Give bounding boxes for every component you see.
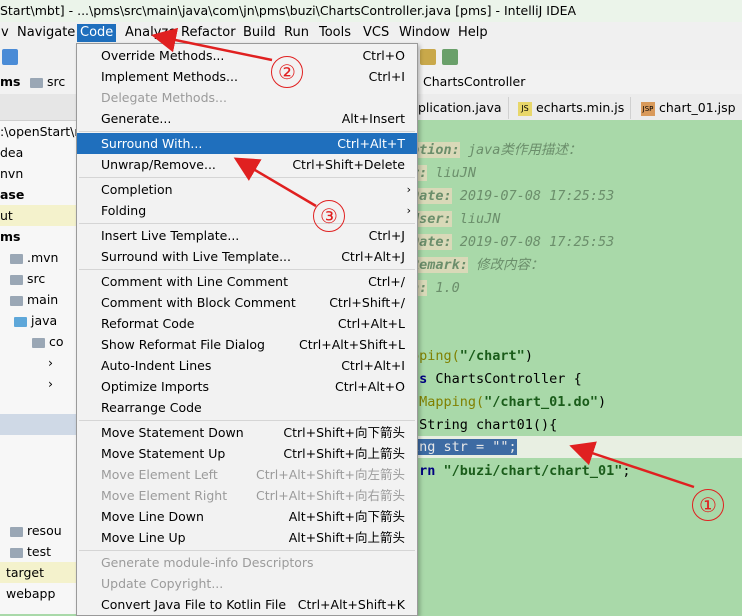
menu-code[interactable]: Code	[77, 24, 117, 42]
menu-item-unwrap-remove[interactable]: Unwrap/Remove... Ctrl+Shift+Delete	[77, 154, 417, 175]
menu-item-auto-indent[interactable]: Auto-Indent Lines Ctrl+Alt+I	[77, 355, 417, 376]
menu-item-module-info: Generate module-info Descriptors	[101, 555, 314, 570]
menu-tools[interactable]: Tools	[316, 24, 354, 42]
breadcrumb-src[interactable]: src	[30, 74, 65, 89]
tree-item-webapp[interactable]: webapp	[0, 583, 78, 604]
menu-item-move-statement-down[interactable]: Move Statement Down Ctrl+Shift+向下箭头	[77, 422, 417, 443]
window-title: Start\mbt] - ...\pms\src\main\java\com\j…	[0, 3, 577, 18]
menu-build[interactable]: Build	[240, 24, 279, 42]
back-icon[interactable]	[2, 49, 18, 65]
menu-item-reformat-code[interactable]: Reformat Code Ctrl+Alt+L	[77, 313, 417, 334]
menu-separator	[79, 223, 415, 224]
tab-echarts[interactable]: JS echarts.min.js	[512, 97, 632, 119]
project-panel-header	[0, 94, 78, 121]
menu-item-block-comment[interactable]: Comment with Block Comment Ctrl+Shift+/	[77, 292, 417, 313]
menu-vcs[interactable]: VCS	[360, 24, 392, 42]
folder-icon	[10, 547, 23, 558]
menu-run[interactable]: Run	[281, 24, 312, 42]
tree-item-collapsed-1[interactable]: ›	[0, 352, 78, 373]
menu-window[interactable]: Window	[396, 24, 453, 42]
menu-item-move-element-left: Move Element Left Ctrl+Alt+Shift+向左箭头	[101, 467, 405, 482]
tree-item-main[interactable]: main	[0, 289, 78, 310]
menu-separator	[79, 177, 415, 178]
menu-item-generate[interactable]: Generate... Alt+Insert	[77, 108, 417, 129]
tree-item-out[interactable]: ut	[0, 205, 78, 226]
window-titlebar: Start\mbt] - ...\pms\src\main\java\com\j…	[0, 0, 742, 23]
tab-application[interactable]: plication.java	[412, 97, 509, 119]
menu-item-insert-live-template[interactable]: Insert Live Template... Ctrl+J	[77, 225, 417, 246]
structure-icon[interactable]	[442, 49, 458, 65]
menu-item-move-line-down[interactable]: Move Line Down Alt+Shift+向下箭头	[77, 506, 417, 527]
menu-separator	[79, 131, 415, 132]
menu-item-optimize-imports[interactable]: Optimize Imports Ctrl+Alt+O	[77, 376, 417, 397]
menu-item-update-copyright: Update Copyright...	[101, 576, 224, 591]
menu-separator	[79, 269, 415, 270]
tree-item-idea[interactable]: dea	[0, 142, 78, 163]
code-menu-dropdown: Override Methods... Ctrl+O Implement Meth…	[76, 43, 418, 616]
project-panel: :\openStart\r dea nvn ase ut ms .mvn src…	[0, 94, 79, 614]
menu-item-move-statement-up[interactable]: Move Statement Up Ctrl+Shift+向上箭头	[77, 443, 417, 464]
menu-separator	[79, 420, 415, 421]
folder-icon	[10, 526, 23, 537]
breadcrumb-project[interactable]: ms	[0, 74, 20, 89]
tree-item-resources[interactable]: resou	[0, 520, 78, 541]
breadcrumb-controller[interactable]: ChartsController	[405, 74, 525, 89]
tree-item-base[interactable]: ase	[0, 184, 78, 205]
menu-analyze[interactable]: Analyze	[122, 24, 179, 42]
menu-item-move-element-right: Move Element Right Ctrl+Alt+Shift+向右箭头	[101, 488, 405, 503]
menu-item-folding[interactable]: Folding ›	[77, 200, 417, 221]
menu-view[interactable]: v	[0, 24, 12, 42]
folder-icon	[10, 274, 23, 285]
folder-icon	[32, 337, 45, 348]
menu-refactor[interactable]: Refactor	[178, 24, 239, 42]
menu-item-move-line-up[interactable]: Move Line Up Alt+Shift+向上箭头	[77, 527, 417, 548]
menu-navigate[interactable]: Navigate	[14, 24, 78, 42]
tree-item-root[interactable]: :\openStart\r	[0, 121, 78, 142]
tree-item-com[interactable]: co	[0, 331, 78, 352]
folder-icon	[30, 77, 43, 88]
annotation-badge-1: ①	[692, 489, 724, 521]
tree-item-mvn[interactable]: nvn	[0, 163, 78, 184]
tab-chart-jsp[interactable]: JSP chart_01.jsp	[635, 97, 742, 119]
jsp-file-icon: JSP	[641, 101, 655, 116]
annotation-badge-2: ②	[271, 56, 303, 88]
menu-item-surround-live-template[interactable]: Surround with Live Template... Ctrl+Alt+J	[77, 246, 417, 267]
tree-item-src[interactable]: src	[0, 268, 78, 289]
tree-item-mvn-folder[interactable]: .mvn	[0, 247, 78, 268]
menu-item-completion[interactable]: Completion ›	[77, 179, 417, 200]
menu-help[interactable]: Help	[455, 24, 491, 42]
tree-item-collapsed-2[interactable]: ›	[0, 373, 78, 394]
menu-bar: v Navigate Code Analyze Refactor Build R…	[0, 22, 742, 44]
menu-item-rearrange-code[interactable]: Rearrange Code	[77, 397, 417, 418]
menu-item-surround-with[interactable]: Surround With... Ctrl+Alt+T	[77, 133, 417, 154]
submenu-arrow-icon: ›	[406, 204, 411, 217]
tree-item-java[interactable]: java	[0, 310, 78, 331]
source-folder-icon	[14, 316, 27, 327]
folder-icon	[10, 253, 23, 264]
annotation-badge-3: ③	[313, 200, 345, 232]
submenu-arrow-icon: ›	[406, 183, 411, 196]
menu-separator	[79, 550, 415, 551]
menu-item-implement-methods[interactable]: Implement Methods... Ctrl+I	[77, 66, 417, 87]
menu-item-delegate-methods: Delegate Methods...	[101, 90, 227, 105]
tree-item-target[interactable]: target	[0, 562, 78, 583]
run-config-icon[interactable]	[420, 49, 436, 65]
menu-item-override-methods[interactable]: Override Methods... Ctrl+O	[77, 45, 417, 66]
tree-item-selected[interactable]	[0, 414, 78, 435]
menu-item-line-comment[interactable]: Comment with Line Comment Ctrl+/	[77, 271, 417, 292]
menu-item-convert-kotlin[interactable]: Convert Java File to Kotlin File Ctrl+Alt…	[77, 594, 417, 615]
tree-item-pms[interactable]: ms	[0, 226, 78, 247]
folder-icon	[10, 295, 23, 306]
tree-item-test[interactable]: test	[0, 541, 78, 562]
js-file-icon: JS	[518, 101, 532, 116]
menu-item-reformat-dialog[interactable]: Show Reformat File Dialog Ctrl+Alt+Shift+…	[77, 334, 417, 355]
